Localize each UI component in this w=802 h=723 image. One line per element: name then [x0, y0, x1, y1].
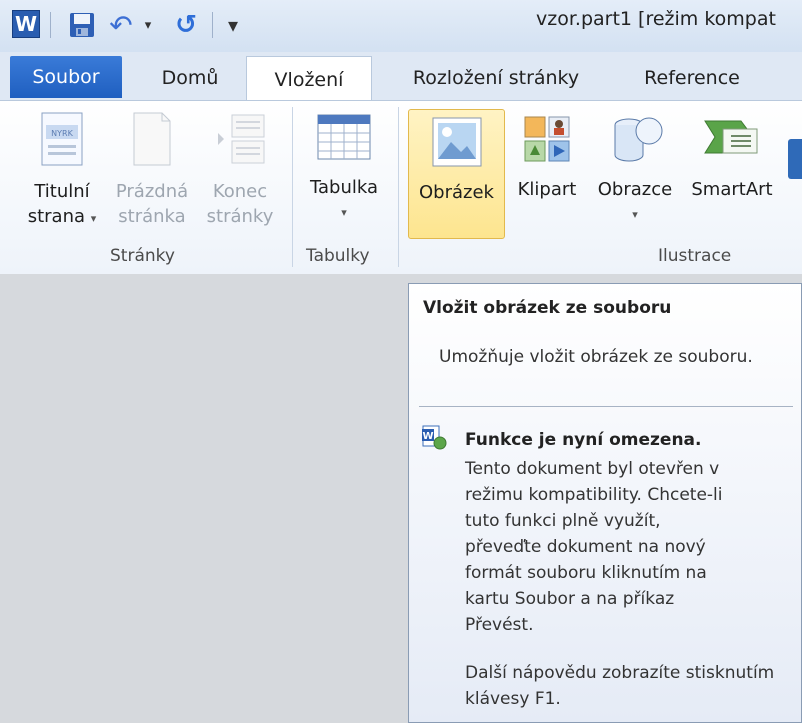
page-break-icon — [198, 111, 282, 171]
tooltip-title: Vložit obrázek ze souboru — [423, 298, 672, 318]
picture-button[interactable]: Obrázek — [408, 109, 505, 239]
group-label-tables: Tabulky — [306, 246, 370, 266]
group-separator — [292, 107, 293, 267]
dropdown-caret-icon: ▾ — [632, 208, 638, 221]
word-app-icon[interactable]: W — [12, 10, 40, 38]
tooltip-warning-title: Funkce je nyní omezena. — [465, 430, 702, 450]
title-page-label-1: Titulní — [34, 181, 90, 202]
save-icon[interactable] — [66, 10, 98, 40]
tab-file[interactable]: Soubor — [10, 56, 122, 98]
chart-icon[interactable] — [788, 139, 802, 179]
blank-page-button[interactable]: Prázdná stránka — [108, 105, 196, 229]
smartart-button[interactable]: SmartArt — [684, 105, 780, 202]
ribbon-insert: NYRK Titulní strana ▾ Prázdná stránka Ko… — [0, 100, 802, 275]
blank-page-label-1: Prázdná — [115, 181, 189, 202]
smartart-label: SmartArt — [691, 179, 773, 200]
svg-text:W: W — [422, 431, 433, 442]
title-bar: W ↶ ▾ ↺ ▾ vzor.part1 [režim kompat — [0, 0, 802, 53]
page-break-label-2: stránky — [206, 206, 274, 227]
svg-text:NYRK: NYRK — [51, 129, 73, 138]
tooltip-description: Umožňuje vložit obrázek ze souboru. — [439, 347, 753, 367]
shapes-label: Obrazce — [597, 179, 673, 200]
blank-page-icon — [108, 111, 196, 171]
clipart-label: Klipart — [517, 179, 577, 200]
page-break-label-1: Konec — [212, 181, 268, 202]
group-label-pages: Stránky — [110, 246, 175, 266]
shapes-button[interactable]: Obrazce ▾ — [590, 105, 680, 227]
group-label-illustrations: Ilustrace — [658, 246, 732, 266]
repeat-icon[interactable]: ↺ — [172, 10, 200, 40]
tab-home[interactable]: Domů — [140, 56, 240, 100]
shapes-icon — [590, 111, 680, 169]
picture-icon — [409, 116, 504, 172]
ribbon-tabs: Soubor Domů Vložení Rozložení stránky Re… — [0, 52, 802, 102]
blank-page-label-2: stránka — [118, 206, 186, 227]
word-compatibility-icon: W — [421, 424, 447, 450]
group-separator — [398, 107, 399, 267]
table-icon — [298, 111, 390, 167]
screen-tip: Vložit obrázek ze souboru Umožňuje vloži… — [408, 283, 802, 723]
tooltip-warning-body: Tento dokument byl otevřen v režimu komp… — [465, 459, 723, 635]
customize-qat-icon[interactable]: ▾ — [224, 10, 242, 40]
qat-separator — [50, 12, 51, 38]
dropdown-caret-icon: ▾ — [341, 206, 347, 219]
clipart-button[interactable]: Klipart — [512, 105, 582, 202]
tab-insert[interactable]: Vložení — [246, 56, 372, 102]
undo-dropdown-icon[interactable]: ▾ — [140, 10, 156, 40]
title-page-button[interactable]: NYRK Titulní strana ▾ — [16, 105, 108, 231]
smartart-icon — [684, 111, 780, 169]
tab-page-layout[interactable]: Rozložení stránky — [398, 56, 594, 100]
tooltip-help-text: Další nápovědu zobrazíte stisknutím kláv… — [465, 663, 775, 709]
table-button[interactable]: Tabulka ▾ — [298, 105, 390, 225]
window-title: vzor.part1 [režim kompat — [536, 8, 776, 30]
picture-label: Obrázek — [419, 182, 494, 203]
title-page-icon: NYRK — [16, 111, 108, 171]
table-label: Tabulka — [309, 177, 379, 198]
tab-references[interactable]: Reference — [630, 56, 754, 100]
clipart-icon — [512, 111, 582, 169]
tooltip-divider — [419, 406, 793, 407]
page-break-button[interactable]: Konec stránky — [198, 105, 282, 229]
title-page-label-2: strana — [27, 206, 86, 227]
dropdown-caret-icon: ▾ — [90, 212, 97, 225]
undo-icon[interactable]: ↶ — [106, 9, 136, 42]
qat-separator — [212, 12, 213, 38]
